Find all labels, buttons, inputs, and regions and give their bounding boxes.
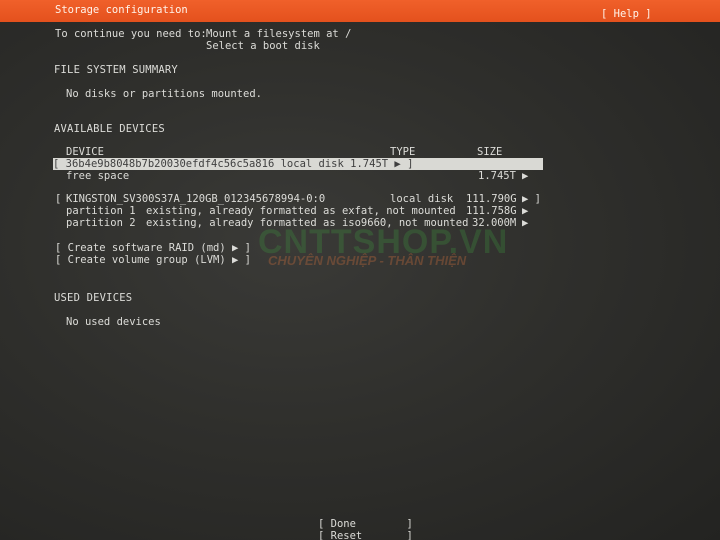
title-bar: Storage configuration [ Help ] bbox=[0, 0, 720, 22]
row-open-bracket: [ bbox=[53, 158, 60, 170]
used-devices-empty: No used devices bbox=[66, 316, 161, 328]
fs-summary-empty: No disks or partitions mounted. bbox=[66, 88, 262, 100]
disk2-type: local disk bbox=[390, 193, 454, 205]
column-type: TYPE bbox=[390, 146, 416, 158]
create-raid-button[interactable]: [ Create software RAID (md) ▶ ] bbox=[55, 242, 251, 254]
disk1-type: local disk bbox=[280, 158, 344, 170]
partition-menu-arrow[interactable]: ▶ bbox=[522, 217, 528, 229]
done-button[interactable]: [ Done ] bbox=[318, 518, 413, 530]
partition-menu-arrow[interactable]: ▶ bbox=[522, 205, 528, 217]
device-row-disk2[interactable]: [ KINGSTON_SV300S37A_120GB_012345678994-… bbox=[53, 193, 543, 205]
column-size: SIZE bbox=[477, 146, 503, 158]
column-device: DEVICE bbox=[66, 146, 104, 158]
free-space-size: 1.745T bbox=[478, 170, 516, 182]
intro-prefix: To continue you need to: bbox=[55, 28, 207, 40]
partition-row[interactable]: partition 1 existing, already formatted … bbox=[53, 205, 543, 217]
partition-name: partition 1 bbox=[66, 205, 136, 217]
create-lvm-button[interactable]: [ Create volume group (LVM) ▶ ] bbox=[55, 254, 251, 266]
intro-mount-requirement: Mount a filesystem at / bbox=[206, 28, 352, 40]
disk2-menu-arrow[interactable]: ▶ ] bbox=[522, 193, 541, 205]
available-devices-heading: AVAILABLE DEVICES bbox=[54, 123, 165, 135]
free-space-menu-arrow[interactable]: ▶ bbox=[522, 170, 528, 182]
device-row-free-space[interactable]: free space 1.745T ▶ bbox=[53, 170, 543, 182]
partition-size: 111.758G bbox=[466, 205, 517, 217]
reset-button[interactable]: [ Reset ] bbox=[318, 530, 413, 540]
disk2-size: 111.790G bbox=[466, 193, 517, 205]
intro-boot-requirement: Select a boot disk bbox=[206, 40, 320, 52]
help-button[interactable]: [ Help ] bbox=[601, 8, 652, 20]
partition-name: partition 2 bbox=[66, 217, 136, 229]
disk2-name: KINGSTON_SV300S37A_120GB_012345678994-0:… bbox=[66, 193, 326, 205]
disk1-size: 1.745T bbox=[350, 158, 389, 170]
disk1-menu-arrow[interactable]: ▶ ] bbox=[394, 158, 413, 170]
watermark-tagline: CHUYÊN NGHIỆP - THÂN THIỆN bbox=[268, 253, 467, 268]
disk1-name: 36b4e9b8048b7b20030efdf4c56c5a816 bbox=[65, 158, 275, 170]
partition-description: existing, already formatted as exfat, no… bbox=[146, 205, 456, 217]
free-space-label: free space bbox=[66, 170, 130, 182]
page-title: Storage configuration bbox=[55, 4, 188, 16]
used-devices-heading: USED DEVICES bbox=[54, 292, 133, 304]
row-open-bracket: [ bbox=[55, 193, 62, 205]
fs-summary-heading: FILE SYSTEM SUMMARY bbox=[54, 64, 178, 76]
device-row-disk1[interactable]: [ 36b4e9b8048b7b20030efdf4c56c5a816 loca… bbox=[53, 158, 543, 170]
